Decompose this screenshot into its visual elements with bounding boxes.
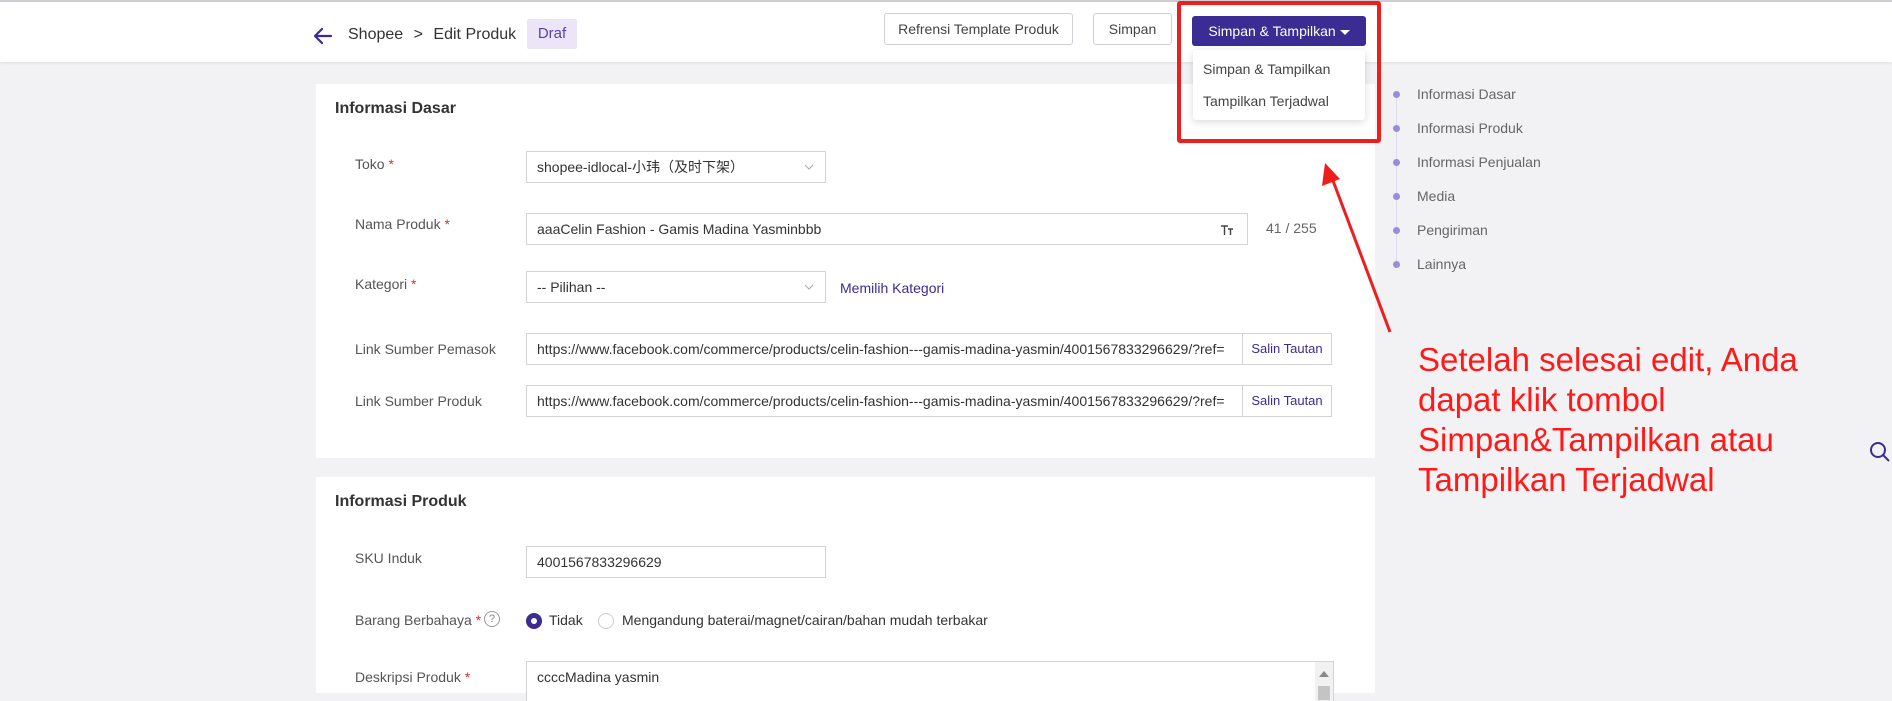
annotation-note: Setelah selesai edit, Anda dapat klik to… (1418, 341, 1798, 498)
